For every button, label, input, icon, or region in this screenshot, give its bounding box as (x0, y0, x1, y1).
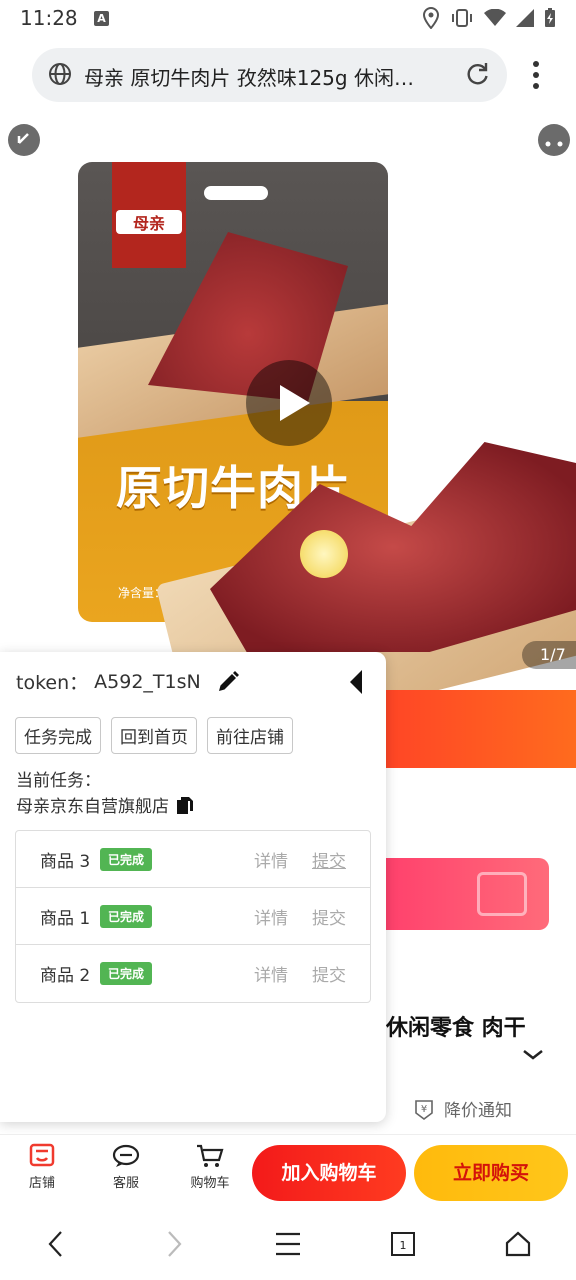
current-task-row: 母亲京东自营旗舰店 (16, 792, 195, 817)
copy-icon[interactable] (175, 795, 195, 815)
location-icon (422, 7, 440, 29)
chevron-down-icon[interactable] (522, 1048, 544, 1062)
browser-nav-bar: 1 (0, 1208, 576, 1280)
back-circle-button[interactable] (8, 124, 40, 156)
svg-text:¥: ¥ (421, 1104, 427, 1115)
row-name: 商品 3 (40, 851, 91, 872)
table-row: 商品 2 已完成 详情 提交 (16, 945, 370, 1002)
task-complete-button[interactable]: 任务完成 (15, 717, 101, 754)
shop-button[interactable]: 店铺 (12, 1143, 72, 1191)
menu-icon[interactable] (274, 1230, 302, 1258)
price-alert-button[interactable]: ¥ 降价通知 (412, 1096, 512, 1121)
shop-label: 店铺 (28, 1176, 55, 1191)
gift-icon (477, 872, 527, 916)
status-badge: 已完成 (100, 904, 153, 928)
detail-link[interactable]: 详情 (254, 847, 288, 872)
lemon-image (300, 530, 348, 578)
submit-link[interactable]: 提交 (312, 904, 346, 929)
address-bar[interactable]: 母亲 原切牛肉片 孜然味125g 休闲… (32, 48, 507, 102)
play-video-button[interactable] (246, 360, 332, 446)
more-circle-button[interactable] (538, 124, 570, 156)
svg-text:1: 1 (400, 1239, 407, 1252)
chat-icon (112, 1144, 140, 1167)
submit-link[interactable]: 提交 (312, 847, 346, 872)
service-label: 客服 (112, 1176, 139, 1191)
token-value: A592_T1sN (94, 670, 201, 693)
status-time: 11:28 (20, 6, 78, 30)
back-home-button[interactable]: 回到首页 (111, 717, 197, 754)
current-task-value: 母亲京东自营旗舰店 (16, 797, 169, 817)
status-badge: 已完成 (100, 847, 153, 871)
detail-link[interactable]: 详情 (254, 961, 288, 986)
product-name: 休闲零食 肉干 (386, 1016, 526, 1041)
notification-icon: A (94, 11, 109, 26)
bottom-action-bar: 店铺 客服 购物车 加入购物车 立即购买 (0, 1134, 576, 1208)
forward-icon[interactable] (164, 1230, 184, 1258)
price-alert-label: 降价通知 (444, 1101, 512, 1121)
row-name: 商品 1 (40, 908, 91, 929)
wifi-icon (484, 9, 506, 26)
table-row: 商品 3 已完成 详情 提交 (16, 831, 370, 888)
price-banner (382, 690, 576, 768)
battery-icon (545, 8, 555, 27)
more-dots-icon (545, 141, 563, 147)
add-to-cart-button[interactable]: 加入购物车 (252, 1145, 406, 1201)
home-icon[interactable] (504, 1230, 532, 1258)
current-task-label: 当前任务： (16, 771, 101, 791)
globe-icon (49, 63, 71, 85)
shop-icon (29, 1143, 55, 1167)
service-button[interactable]: 客服 (96, 1143, 156, 1191)
task-table: 商品 3 已完成 详情 提交 商品 1 已完成 详情 提交 商品 2 已完成 详… (15, 830, 371, 1003)
table-row: 商品 1 已完成 详情 提交 (16, 888, 370, 945)
collapse-panel-icon[interactable] (346, 668, 366, 696)
product-image-carousel[interactable]: 母亲 原切牛肉片 净含量：125g 1/7 (0, 112, 576, 690)
browser-menu-icon[interactable] (526, 60, 546, 90)
token-row: token： A592_T1sN (16, 668, 241, 695)
vibrate-icon (452, 9, 472, 27)
screen: 11:28 A 母亲 原切牛肉片 孜然味125g 休闲… 母亲 原切牛肉片 1/… (0, 0, 576, 1280)
row-name: 商品 2 (40, 966, 91, 986)
cart-label: 购物车 (190, 1176, 230, 1191)
submit-link[interactable]: 提交 (312, 961, 346, 986)
task-panel: token： A592_T1sN 任务完成 回到首页 前往店铺 当前任务： 母亲… (0, 652, 386, 1122)
edit-pencil-icon[interactable] (215, 669, 241, 695)
reload-icon[interactable] (464, 61, 490, 87)
panel-button-row: 任务完成 回到首页 前往店铺 (15, 717, 293, 754)
go-to-store-button[interactable]: 前往店铺 (207, 717, 293, 754)
status-bar: 11:28 A (0, 0, 576, 38)
signal-icon (516, 9, 534, 27)
price-tag-icon: ¥ (415, 1099, 433, 1120)
brand-logo: 母亲 (112, 162, 186, 268)
detail-link[interactable]: 详情 (254, 904, 288, 929)
back-arrow-icon (17, 133, 29, 144)
url-text[interactable]: 母亲 原切牛肉片 孜然味125g 休闲… (84, 62, 456, 91)
image-counter: 1/7 (522, 641, 576, 669)
coupon-card[interactable] (370, 858, 549, 930)
status-icons (422, 7, 556, 29)
cart-button[interactable]: 购物车 (180, 1143, 240, 1191)
buy-now-button[interactable]: 立即购买 (414, 1145, 568, 1201)
cart-icon (197, 1144, 224, 1167)
token-label: token： (16, 672, 89, 694)
back-icon[interactable] (46, 1230, 66, 1258)
status-badge: 已完成 (100, 962, 153, 985)
tabs-icon[interactable]: 1 (390, 1230, 416, 1258)
